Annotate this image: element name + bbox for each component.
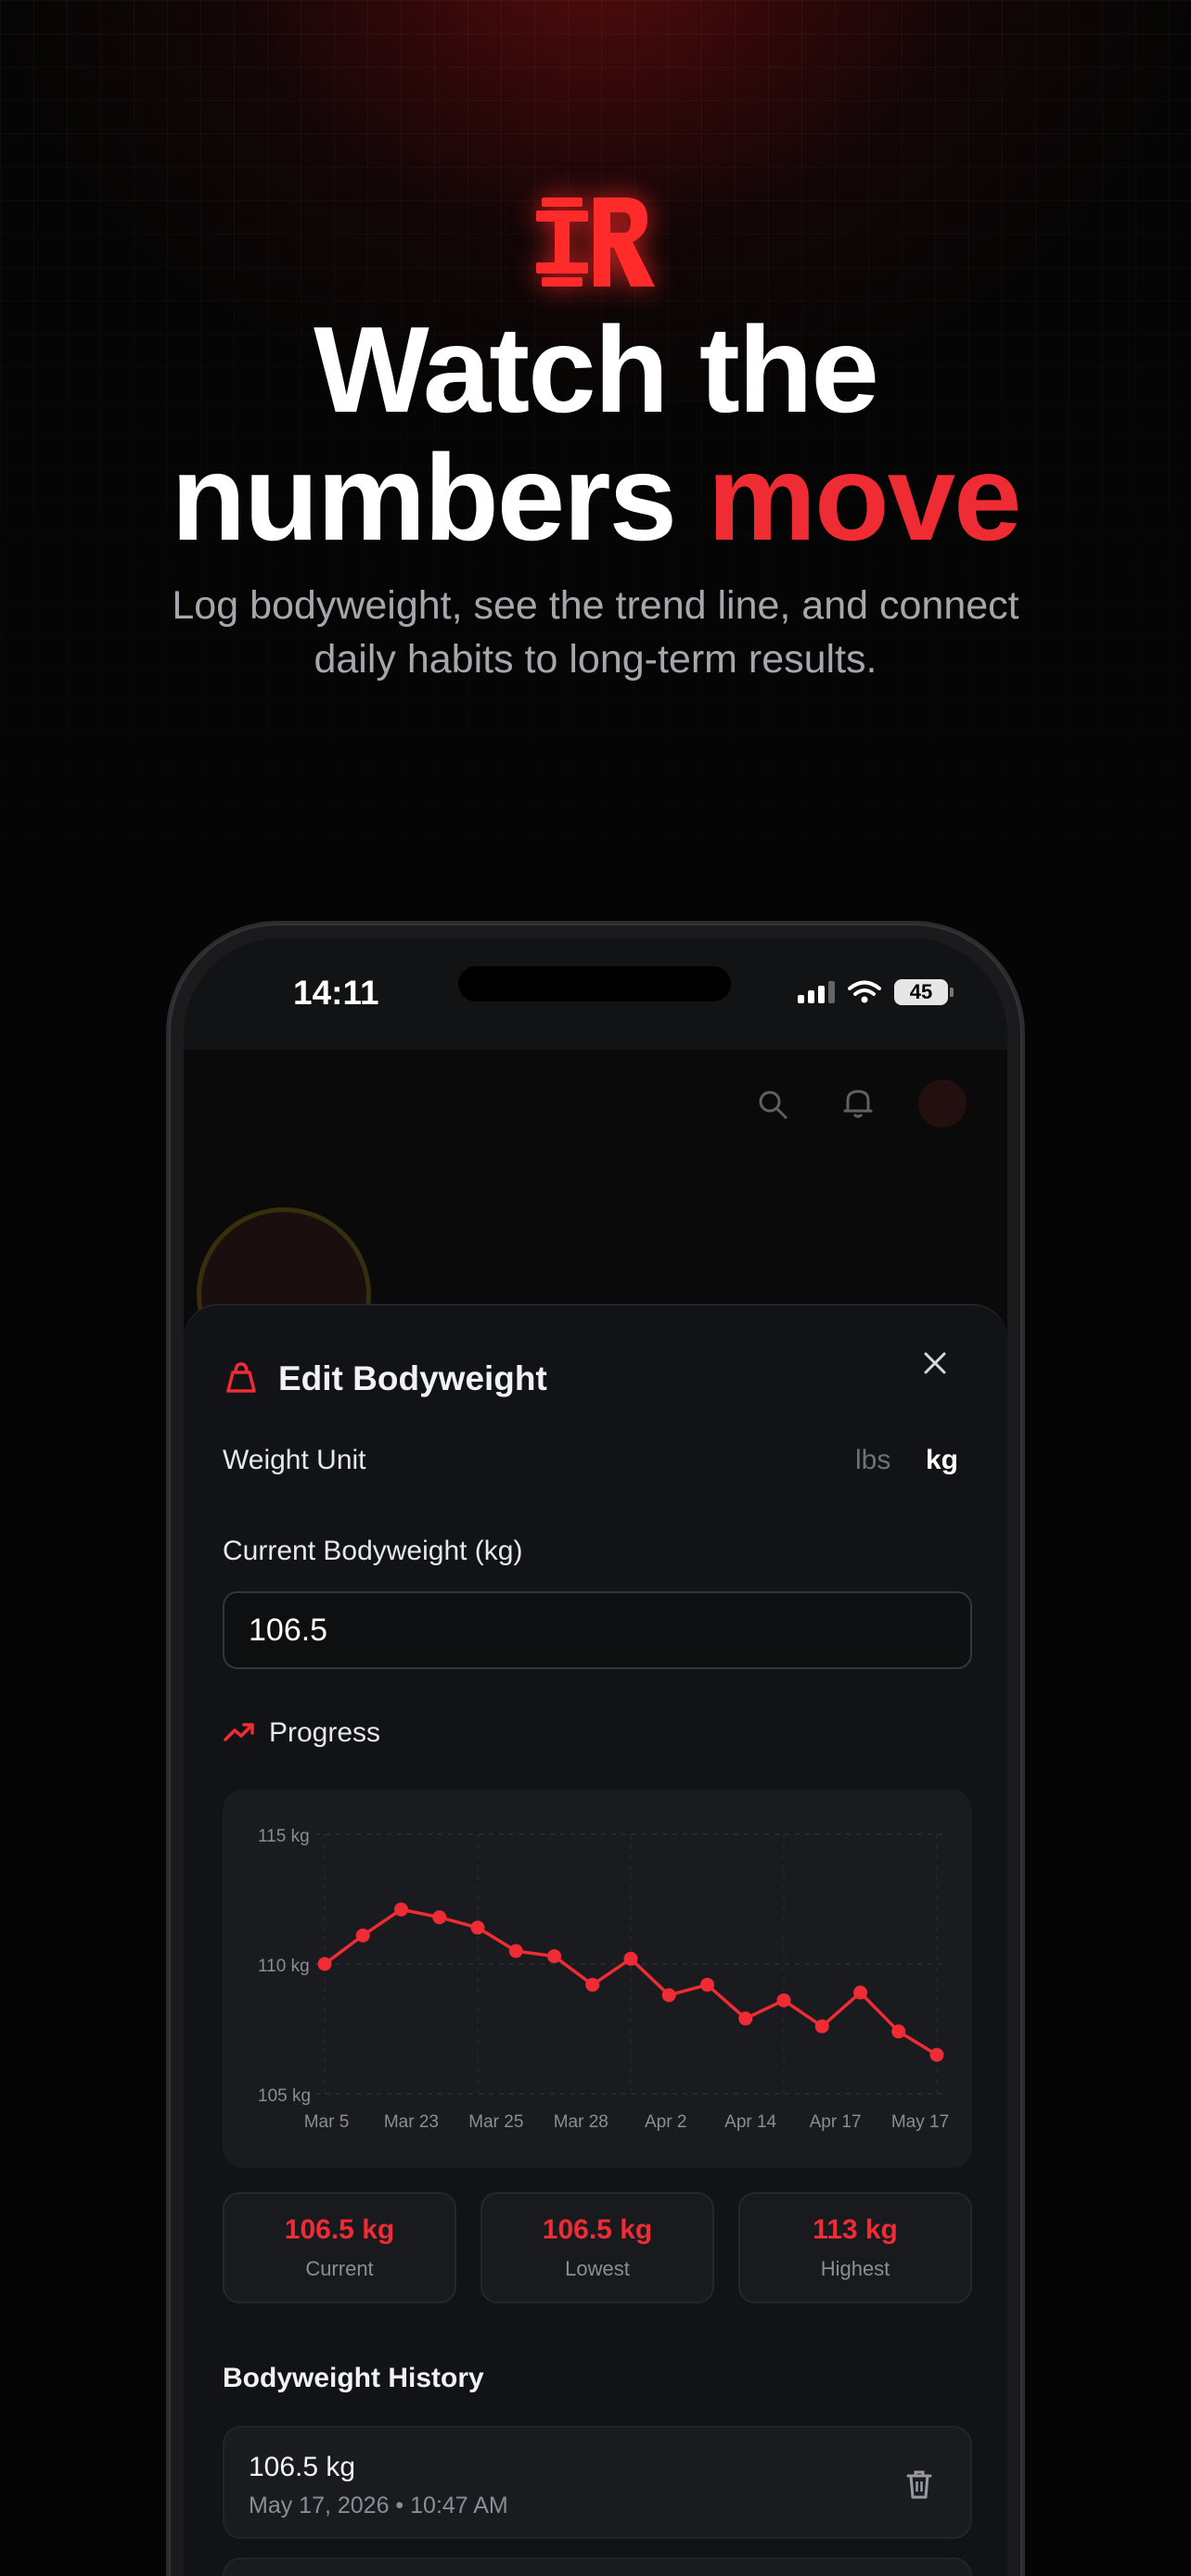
trash-icon[interactable] [905, 2468, 933, 2500]
chart-xtick-label: Apr 2 [645, 2112, 686, 2132]
history-title: Bodyweight History [223, 2363, 484, 2393]
chart-xtick-label: Apr 17 [810, 2112, 862, 2132]
hero-title-line1: Watch the [314, 301, 879, 438]
chart-xtick-label: Mar 23 [384, 2112, 439, 2132]
signal-icon [798, 981, 835, 1003]
phone-frame: 14:11 45 Edit Bodyweight Weight Unit lbs… [169, 924, 1022, 2576]
hero-subtitle: Log bodyweight, see the trend line, and … [0, 579, 1191, 686]
barbell-logo-icon [536, 198, 655, 287]
history-item-weight: 106.5 kg [249, 2452, 356, 2482]
chart-xtick-label: May 17 [891, 2112, 949, 2132]
dynamic-island [458, 966, 731, 1001]
stat-lowest-caption: Lowest [565, 2257, 630, 2280]
chart-point [585, 1977, 600, 1992]
chart-point [317, 1957, 332, 1971]
hero-title-line2: numbers move [0, 434, 1191, 562]
chart-series-line [323, 1907, 938, 2057]
bodyweight-input[interactable]: 106.5 [223, 1591, 972, 1669]
chart-xtick-label: Mar 25 [468, 2112, 523, 2132]
progress-chart-svg: 115 kg 110 kg 105 kg Mar 5 Mar 23 Mar 25 Mar 2… [258, 1827, 949, 2132]
current-bodyweight-label: Current Bodyweight (kg) [223, 1536, 523, 1566]
chart-ytick-label: 105 kg [258, 2086, 311, 2106]
search-icon[interactable] [757, 1089, 788, 1120]
close-icon [924, 1352, 946, 1374]
phone-screen: 14:11 45 Edit Bodyweight Weight Unit lbs… [184, 938, 1007, 2576]
stat-lowest: 106.5 kg Lowest [480, 2192, 714, 2303]
chart-ytick-label: 110 kg [258, 1957, 310, 1976]
status-icons: 45 [798, 979, 954, 1005]
bell-icon[interactable] [842, 1087, 874, 1120]
stat-current-value: 106.5 kg [284, 2214, 395, 2245]
stat-highest: 113 kg Highest [738, 2192, 972, 2303]
history-item-date: May 17, 2026 • 10:47 AM [249, 2493, 508, 2519]
close-button[interactable] [915, 1343, 955, 1384]
chart-xtick-label: Mar 5 [304, 2112, 350, 2132]
chart-point [623, 1951, 638, 1966]
weight-unit-label: Weight Unit [223, 1445, 366, 1475]
progress-chart: 115 kg 110 kg 105 kg Mar 5 Mar 23 Mar 25 Mar 2… [223, 1790, 972, 2168]
hero-title-accent: move [707, 429, 1022, 566]
stat-lowest-value: 106.5 kg [542, 2214, 653, 2245]
unit-lbs-option[interactable]: lbs [855, 1445, 890, 1476]
chart-point [394, 1902, 408, 1917]
trending-up-icon [224, 1723, 254, 1741]
chart-point [355, 1928, 370, 1943]
stat-current-caption: Current [305, 2257, 374, 2280]
chart-xtick-label: Apr 14 [724, 2112, 776, 2132]
unit-kg-option[interactable]: kg [926, 1445, 958, 1476]
chart-ytick-label: 115 kg [258, 1827, 310, 1846]
edit-bodyweight-sheet: Edit Bodyweight Weight Unit lbs kg Curre… [184, 1304, 1007, 2576]
chart-point [470, 1920, 485, 1935]
chart-point [891, 2024, 906, 2039]
chart-point [814, 2019, 829, 2034]
chart-point [661, 1988, 676, 2003]
hero-title-white: numbers [171, 429, 708, 566]
stat-current: 106.5 kg Current [223, 2192, 456, 2303]
chart-point [432, 1910, 447, 1925]
status-time: 14:11 [293, 974, 379, 1012]
chart-point [700, 1977, 714, 1992]
avatar-small[interactable] [918, 1079, 967, 1128]
history-item-next [223, 2557, 972, 2576]
chart-xtick-label: Mar 28 [554, 2112, 608, 2132]
sheet-title: Edit Bodyweight [278, 1359, 547, 1397]
stat-highest-value: 113 kg [813, 2214, 898, 2245]
weight-icon [226, 1362, 256, 1393]
chart-point [776, 1993, 791, 2008]
history-item: 106.5 kg May 17, 2026 • 10:47 AM [223, 2426, 972, 2539]
chart-point [929, 2047, 944, 2062]
chart-point [508, 1944, 523, 1958]
hero-subtitle-line2: daily habits to long-term results. [314, 637, 877, 682]
stat-highest-caption: Highest [820, 2257, 890, 2280]
hero-subtitle-line1: Log bodyweight, see the trend line, and … [172, 583, 1019, 628]
chart-point [547, 1949, 561, 1964]
progress-label: Progress [269, 1717, 381, 1748]
status-bar: 14:11 45 [184, 938, 1007, 1050]
wifi-icon [848, 980, 881, 1003]
chart-point [853, 1985, 867, 2000]
chart-point [738, 2011, 753, 2026]
battery-indicator: 45 [894, 979, 954, 1005]
